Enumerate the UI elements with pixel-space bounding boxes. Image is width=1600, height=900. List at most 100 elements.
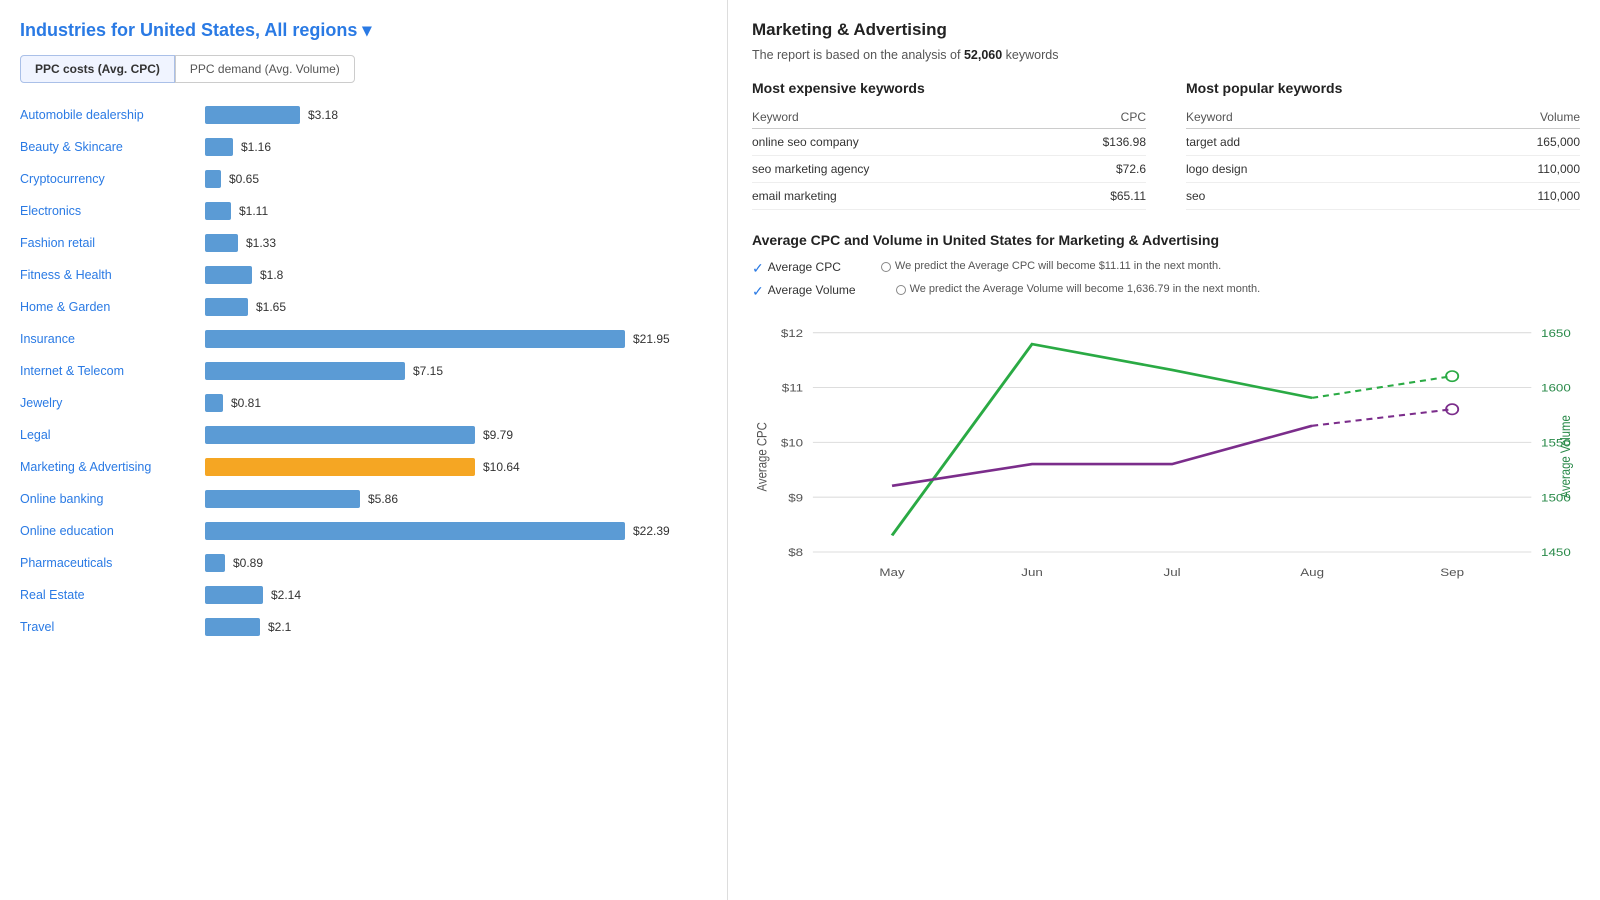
svg-text:$11: $11 — [782, 382, 803, 395]
chart-section-title: Average CPC and Volume in United States … — [752, 232, 1580, 248]
industry-name[interactable]: Insurance — [20, 332, 205, 346]
industry-name[interactable]: Jewelry — [20, 396, 205, 410]
bar-container: $21.95 — [205, 330, 707, 348]
industry-name[interactable]: Legal — [20, 428, 205, 442]
kw-name: seo — [1186, 183, 1417, 210]
industry-bar — [205, 330, 625, 348]
industry-bar — [205, 522, 625, 540]
legend-predict-text-2: We predict the Average Volume will becom… — [910, 283, 1261, 295]
industry-name[interactable]: Home & Garden — [20, 300, 205, 314]
industry-name[interactable]: Pharmaceuticals — [20, 556, 205, 570]
table-row: seo marketing agency$72.6 — [752, 156, 1146, 183]
report-subtitle: The report is based on the analysis of 5… — [752, 48, 1580, 62]
industry-value: $1.65 — [256, 300, 286, 314]
industry-bar — [205, 138, 233, 156]
table-row: online seo company$136.98 — [752, 129, 1146, 156]
tab-ppc-costs[interactable]: PPC costs (Avg. CPC) — [20, 55, 175, 83]
industry-name[interactable]: Automobile dealership — [20, 108, 205, 122]
bar-container: $22.39 — [205, 522, 707, 540]
industry-list: Automobile dealership$3.18 Beauty & Skinc… — [20, 101, 707, 641]
industry-row: Automobile dealership$3.18 — [20, 101, 707, 129]
industry-value: $22.39 — [633, 524, 670, 538]
most-popular-table: Keyword Volume target add165,000logo des… — [1186, 106, 1580, 210]
industry-name[interactable]: Beauty & Skincare — [20, 140, 205, 154]
industry-bar — [205, 170, 221, 188]
svg-text:Sep: Sep — [1440, 566, 1464, 579]
region-dropdown[interactable]: All regions ▾ — [264, 20, 371, 40]
industry-name[interactable]: Fashion retail — [20, 236, 205, 250]
table-row: email marketing$65.11 — [752, 183, 1146, 210]
industry-name[interactable]: Fitness & Health — [20, 268, 205, 282]
industry-value: $2.14 — [271, 588, 301, 602]
industry-row: Insurance$21.95 — [20, 325, 707, 353]
bar-container: $0.81 — [205, 394, 707, 412]
industry-row: Travel$2.1 — [20, 613, 707, 641]
industry-bar — [205, 618, 260, 636]
svg-text:Jul: Jul — [1164, 566, 1181, 579]
industry-value: $0.65 — [229, 172, 259, 186]
chart-area: $12 $11 $10 $9 $8 1650 1600 1550 1500 14… — [752, 312, 1580, 612]
industry-name[interactable]: Internet & Telecom — [20, 364, 205, 378]
tab-ppc-demand[interactable]: PPC demand (Avg. Volume) — [175, 55, 355, 83]
panel-title-text: Industries for United States, — [20, 20, 260, 40]
industry-row: Legal $9.79 — [20, 421, 707, 449]
industry-value: $1.16 — [241, 140, 271, 154]
bar-container: $7.15 — [205, 362, 707, 380]
industry-row: Beauty & Skincare $1.16 — [20, 133, 707, 161]
svg-text:Jun: Jun — [1021, 566, 1043, 579]
industry-name[interactable]: Online banking — [20, 492, 205, 506]
industry-row: Home & Garden $1.65 — [20, 293, 707, 321]
keywords-grid: Most expensive keywords Keyword CPC onli… — [752, 80, 1580, 210]
industry-bar — [205, 554, 225, 572]
industry-name[interactable]: Cryptocurrency — [20, 172, 205, 186]
legend-avg-cpc: Average CPC — [768, 260, 841, 274]
legend-predict-circle-1 — [881, 262, 891, 272]
industry-bar — [205, 426, 475, 444]
industry-bar — [205, 234, 238, 252]
industry-value: $1.33 — [246, 236, 276, 250]
bar-container: $1.16 — [205, 138, 707, 156]
most-expensive-title: Most expensive keywords — [752, 80, 1146, 96]
most-expensive-section: Most expensive keywords Keyword CPC onli… — [752, 80, 1146, 210]
svg-text:1600: 1600 — [1541, 382, 1571, 395]
industry-row: Online education $22.39 — [20, 517, 707, 545]
industry-name[interactable]: Electronics — [20, 204, 205, 218]
bar-container: $1.33 — [205, 234, 707, 252]
bar-container: $1.11 — [205, 202, 707, 220]
panel-title: Industries for United States, All region… — [20, 20, 707, 41]
industry-value: $9.79 — [483, 428, 513, 442]
legend-avg-volume: Average Volume — [768, 283, 856, 297]
legend-predict-circle-2 — [896, 285, 906, 295]
table-row: target add165,000 — [1186, 129, 1580, 156]
kw-volume: 110,000 — [1417, 156, 1580, 183]
svg-text:Aug: Aug — [1300, 566, 1324, 579]
industry-bar — [205, 106, 300, 124]
kw-name: target add — [1186, 129, 1417, 156]
industry-name[interactable]: Real Estate — [20, 588, 205, 602]
svg-text:1650: 1650 — [1541, 327, 1571, 340]
industry-bar — [205, 490, 360, 508]
industry-row: Real Estate $2.14 — [20, 581, 707, 609]
bar-container: $9.79 — [205, 426, 707, 444]
industry-row: Jewelry$0.81 — [20, 389, 707, 417]
industry-name[interactable]: Online education — [20, 524, 205, 538]
kw-name: email marketing — [752, 183, 1040, 210]
industry-row: Internet & Telecom$7.15 — [20, 357, 707, 385]
industry-row: Marketing & Advertising $10.64 — [20, 453, 707, 481]
industry-row: Electronics$1.11 — [20, 197, 707, 225]
left-panel: Industries for United States, All region… — [0, 0, 728, 900]
bar-container: $1.65 — [205, 298, 707, 316]
industry-bar — [205, 586, 263, 604]
kw-cpc: $136.98 — [1040, 129, 1146, 156]
industry-name[interactable]: Travel — [20, 620, 205, 634]
kw-cpc: $72.6 — [1040, 156, 1146, 183]
svg-text:Average Volume: Average Volume — [1558, 415, 1573, 498]
industry-value: $10.64 — [483, 460, 520, 474]
industry-value: $1.8 — [260, 268, 283, 282]
bar-container: $0.65 — [205, 170, 707, 188]
bar-container: $2.1 — [205, 618, 707, 636]
right-panel-title: Marketing & Advertising — [752, 20, 1580, 40]
industry-name[interactable]: Marketing & Advertising — [20, 460, 205, 474]
kw-name: logo design — [1186, 156, 1417, 183]
kw-volume: 110,000 — [1417, 183, 1580, 210]
